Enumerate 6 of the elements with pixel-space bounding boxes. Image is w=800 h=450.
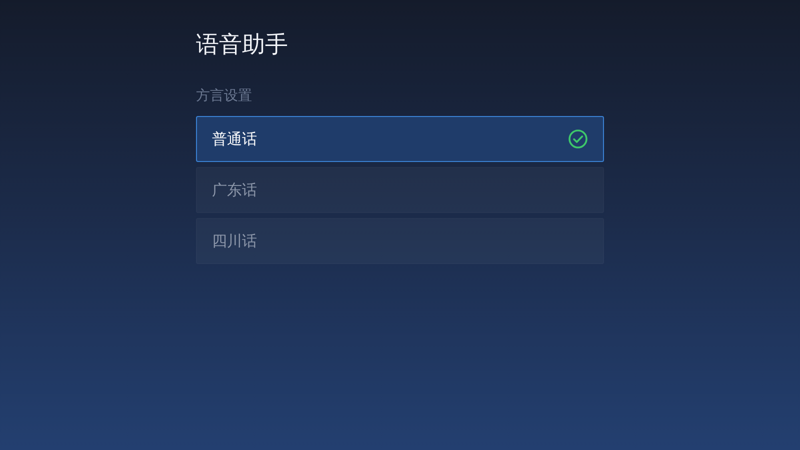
page-title: 语音助手 (196, 31, 289, 60)
section-label: 方言设置 (196, 87, 253, 106)
option-item[interactable]: 四川话 (196, 218, 604, 264)
check-circle-icon (568, 129, 588, 149)
option-item[interactable]: 广东话 (196, 167, 604, 213)
option-item[interactable]: 普通话 (196, 116, 604, 162)
